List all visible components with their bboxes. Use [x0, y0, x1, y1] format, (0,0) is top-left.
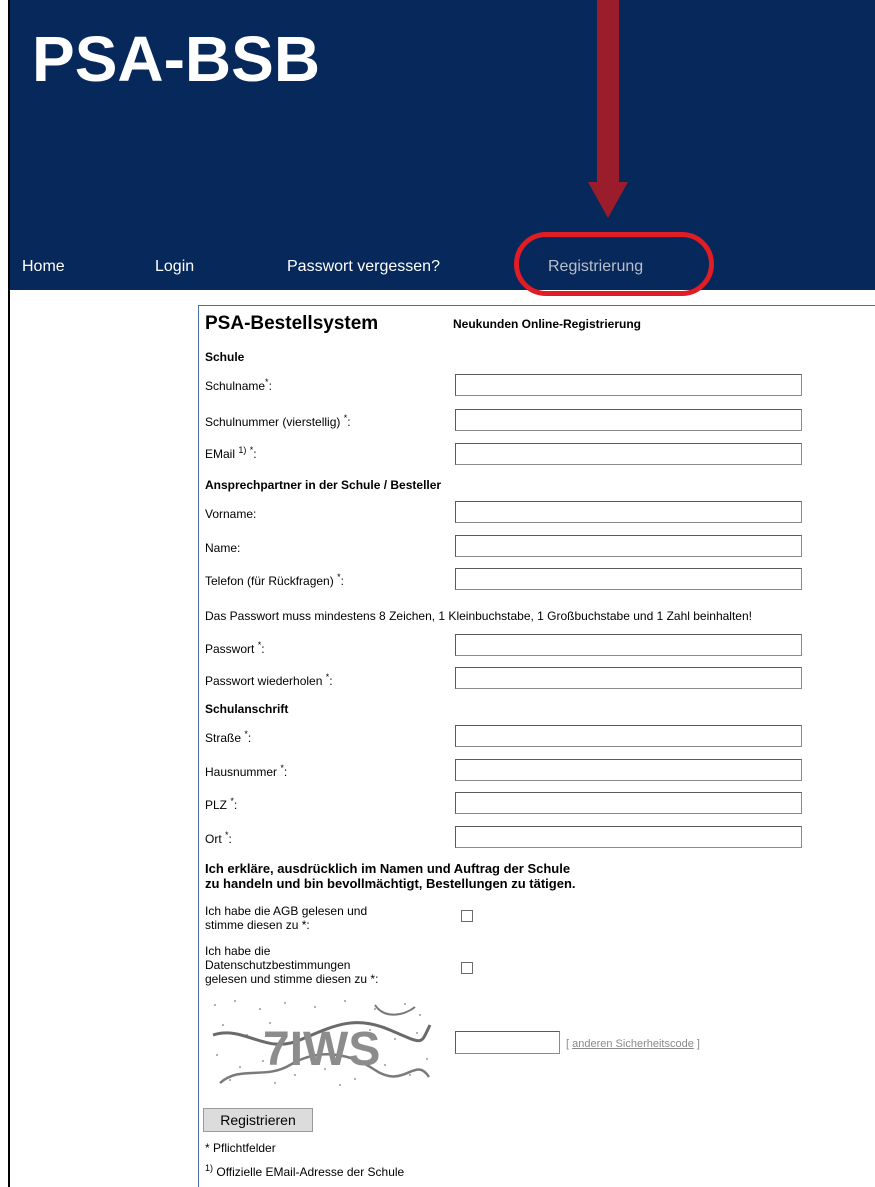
svg-text:7IWS: 7IWS [263, 1023, 380, 1076]
datenschutz-label-line-3: gelesen und stimme diesen zu *: [205, 972, 379, 986]
captcha-refresh-link[interactable]: [ anderen Sicherheitscode ] [566, 1038, 700, 1050]
declaration-line-2: zu handeln und bin bevollmächtigt, Beste… [205, 876, 576, 891]
label-plz: PLZ *: [205, 796, 238, 813]
label-schulname: Schulname*: [205, 377, 272, 394]
datenschutz-label-line-1: Ich habe die [205, 944, 271, 958]
site-logo: PSA-BSB [32, 23, 321, 95]
annotation-highlight-ellipse [514, 232, 714, 296]
name-input[interactable] [455, 535, 802, 557]
captcha-image: 7IWS [205, 995, 433, 1089]
passwort-input[interactable] [455, 634, 802, 656]
label-passwort-wiederholen: Passwort wiederholen *: [205, 672, 333, 689]
label-ort: Ort *: [205, 830, 232, 847]
datenschutz-checkbox[interactable] [461, 962, 473, 974]
form-title: PSA-Bestellsystem [205, 313, 379, 334]
email-input[interactable] [455, 443, 802, 465]
label-vorname: Vorname: [205, 507, 257, 521]
nav-home[interactable]: Home [22, 258, 65, 276]
captcha-input[interactable] [455, 1031, 560, 1054]
schulname-input[interactable] [455, 374, 802, 396]
strasse-input[interactable] [455, 725, 802, 747]
label-schulnummer: Schulnummer (vierstellig) *: [205, 413, 351, 430]
footnote-email: 1) Offizielle EMail-Adresse der Schule [205, 1163, 405, 1180]
label-name: Name: [205, 541, 241, 555]
telefon-input[interactable] [455, 568, 802, 590]
nav-login[interactable]: Login [155, 258, 194, 276]
hausnummer-input[interactable] [455, 759, 802, 781]
site-header: PSA-BSB [10, 0, 875, 290]
agb-label-line-1: Ich habe die AGB gelesen und [205, 904, 368, 918]
plz-input[interactable] [455, 792, 802, 814]
datenschutz-label-line-2: Datenschutzbestimmungen [205, 958, 351, 972]
annotation-arrow-icon [588, 182, 628, 218]
section-heading-ansprechpartner: Ansprechpartner in der Schule / Bestelle… [205, 478, 442, 492]
label-email: EMail 1) *: [205, 445, 257, 462]
passwort-wiederholen-input[interactable] [455, 667, 802, 689]
agb-label-line-2: stimme diesen zu *: [205, 918, 310, 932]
annotation-arrow-shaft [597, 0, 619, 184]
section-heading-schulanschrift: Schulanschrift [205, 702, 289, 716]
label-passwort: Passwort *: [205, 640, 265, 657]
nav-password-forgot[interactable]: Passwort vergessen? [287, 258, 440, 276]
password-hint: Das Passwort muss mindestens 8 Zeichen, … [205, 609, 752, 623]
ort-input[interactable] [455, 826, 802, 848]
agb-checkbox[interactable] [461, 910, 473, 922]
label-telefon: Telefon (für Rückfragen) *: [205, 572, 344, 589]
schulnummer-input[interactable] [455, 409, 802, 431]
registrieren-button[interactable]: Registrieren [203, 1108, 313, 1132]
declaration-line-1: Ich erkläre, ausdrücklich im Namen und A… [205, 861, 571, 876]
vorname-input[interactable] [455, 501, 802, 523]
label-strasse: Straße *: [205, 729, 252, 746]
form-subtitle: Neukunden Online-Registrierung [453, 317, 642, 331]
footnote-required: * Pflichtfelder [205, 1141, 276, 1155]
label-hausnummer: Hausnummer *: [205, 763, 288, 780]
section-heading-schule: Schule [205, 350, 245, 364]
